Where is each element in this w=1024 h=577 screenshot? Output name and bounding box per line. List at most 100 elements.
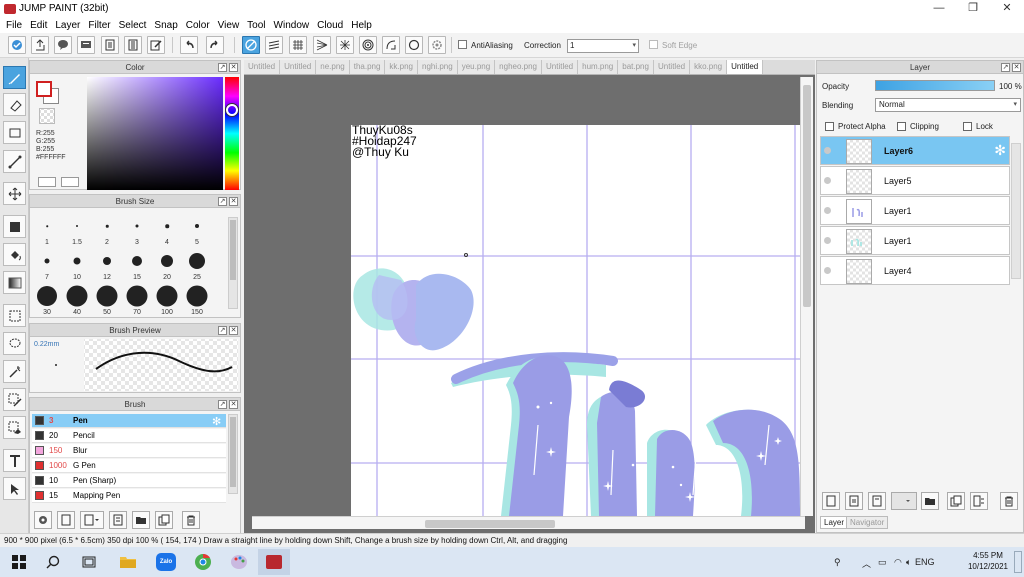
brush-size-option[interactable]: 50 [92,282,122,316]
visibility-icon[interactable] [824,147,831,154]
brush-size-option[interactable]: 1.5 [62,212,92,246]
bucket-fill-tool-icon[interactable] [3,243,26,266]
layer-settings-gear-icon[interactable]: ✻ [994,142,1006,159]
menu-edit[interactable]: Edit [26,20,51,31]
antialiasing-checkbox[interactable] [458,40,467,49]
duplicate-layer-icon[interactable] [947,492,965,510]
document-tab[interactable]: Untitled [542,60,579,74]
close-icon[interactable]: ✕ [1012,63,1021,72]
document-tab[interactable]: hum.png [578,60,619,74]
brush-list-item[interactable]: 15 Mapping Pen [32,489,226,503]
brush-size-option[interactable]: 4 [152,212,182,246]
folder-icon[interactable] [132,511,150,529]
scrollbar-thumb[interactable] [425,520,555,528]
battery-icon[interactable]: ▭ [878,557,887,568]
snap-off-icon[interactable] [242,36,260,54]
vanishing-point-snap-icon[interactable] [313,36,331,54]
lock-checkbox[interactable] [963,122,972,131]
radial-snap-icon[interactable] [336,36,354,54]
opacity-slider[interactable] [875,80,995,91]
close-button[interactable]: ✕ [990,0,1024,17]
brush-size-option[interactable]: 2 [92,212,122,246]
document-tab[interactable]: Untitled [653,60,691,74]
lasso-tool-icon[interactable] [3,332,26,355]
brush-list-item[interactable]: 150 Blur [32,444,226,458]
magic-wand-tool-icon[interactable] [3,360,26,383]
rectangle-select-tool-icon[interactable] [3,121,26,144]
task-view-icon[interactable] [79,552,99,572]
brush-size-option[interactable]: 3 [122,212,152,246]
gradient-tool-icon[interactable] [3,271,26,294]
document-tab[interactable]: tha.png [349,60,386,74]
undock-icon[interactable]: ↗ [218,326,227,335]
layer-list-scrollbar[interactable] [1011,143,1021,279]
maximize-button[interactable]: ❐ [956,0,990,17]
visibility-icon[interactable] [824,177,831,184]
duplicate-brush-icon[interactable] [155,511,173,529]
document-tab[interactable]: kko.png [690,60,728,74]
menu-help[interactable]: Help [347,20,376,31]
zalo-icon[interactable]: Zalo [155,552,177,572]
document-tab[interactable]: nghi.png [418,60,458,74]
scrollbar-thumb[interactable] [230,220,236,280]
fill-rectangle-tool-icon[interactable] [3,215,26,238]
minimize-button[interactable]: — [922,0,956,17]
layer-row[interactable]: Layer5 [820,166,1010,195]
move-tool-icon[interactable] [3,182,26,205]
document-tab[interactable]: Untitled [727,60,764,74]
document-tab[interactable]: kk.png [385,60,418,74]
close-icon[interactable]: ✕ [229,63,238,72]
comment-icon[interactable] [77,36,95,54]
brush-size-option[interactable]: 25 [182,247,212,281]
brush-list-item[interactable]: 1000 G Pen [32,459,226,473]
undock-icon[interactable]: ↗ [218,400,227,409]
delete-layer-icon[interactable] [1000,492,1018,510]
chevron-up-icon[interactable]: ︿ [862,557,871,570]
line-tool-icon[interactable] [3,150,26,173]
menu-file[interactable]: File [2,20,26,31]
document-tab[interactable]: Untitled [244,60,281,74]
brush-list-item[interactable]: 20 Pencil [32,429,226,443]
transparent-color-swatch[interactable] [39,108,55,124]
blending-select[interactable]: Normal ▾ [875,98,1021,112]
file-explorer-icon[interactable] [118,552,138,572]
brush-size-option[interactable]: 1 [32,212,62,246]
canvas-vertical-scrollbar[interactable] [800,77,813,516]
ellipse-snap-icon[interactable] [405,36,423,54]
select-pen-tool-icon[interactable] [3,388,26,411]
document-icon[interactable] [101,36,119,54]
menu-cloud[interactable]: Cloud [313,20,347,31]
windows-start-icon[interactable] [9,552,29,572]
brush-size-option[interactable]: 10 [62,247,92,281]
curve-snap-icon[interactable] [382,36,400,54]
delete-brush-icon[interactable] [182,511,200,529]
brush-list-item[interactable]: 10 Pen (Sharp) [32,474,226,488]
menu-filter[interactable]: Filter [84,20,114,31]
cloud-sync-icon[interactable] [8,36,26,54]
hue-slider-handle[interactable] [226,104,238,116]
brush-settings-icon[interactable] [34,511,52,529]
menu-layer[interactable]: Layer [51,20,84,31]
menu-color[interactable]: Color [182,20,214,31]
brush-list-item[interactable]: 3 Pen [32,414,226,428]
paint-palette-icon[interactable] [229,552,249,572]
undock-icon[interactable]: ↗ [218,197,227,206]
scrollbar-thumb[interactable] [230,417,236,487]
brush-size-option[interactable]: 70 [122,282,152,316]
pen-tool-icon[interactable] [3,66,26,89]
protect-alpha-checkbox[interactable] [825,122,834,131]
undock-icon[interactable]: ↗ [218,63,227,72]
brush-size-option[interactable]: 30 [32,282,62,316]
eraser-tool-icon[interactable] [3,93,26,116]
brush-size-option[interactable]: 40 [62,282,92,316]
new-layer-icon[interactable] [822,492,840,510]
brush-size-option[interactable]: 5 [182,212,212,246]
scrollbar-thumb[interactable] [803,85,811,307]
new-brush-icon[interactable] [57,511,75,529]
redo-icon[interactable] [206,36,224,54]
layer-row[interactable]: Layer6 ✻ [820,136,1010,165]
saturation-value-picker[interactable] [87,77,223,190]
menu-view[interactable]: View [214,20,244,31]
visibility-icon[interactable] [824,267,831,274]
select-eraser-tool-icon[interactable] [3,416,26,439]
